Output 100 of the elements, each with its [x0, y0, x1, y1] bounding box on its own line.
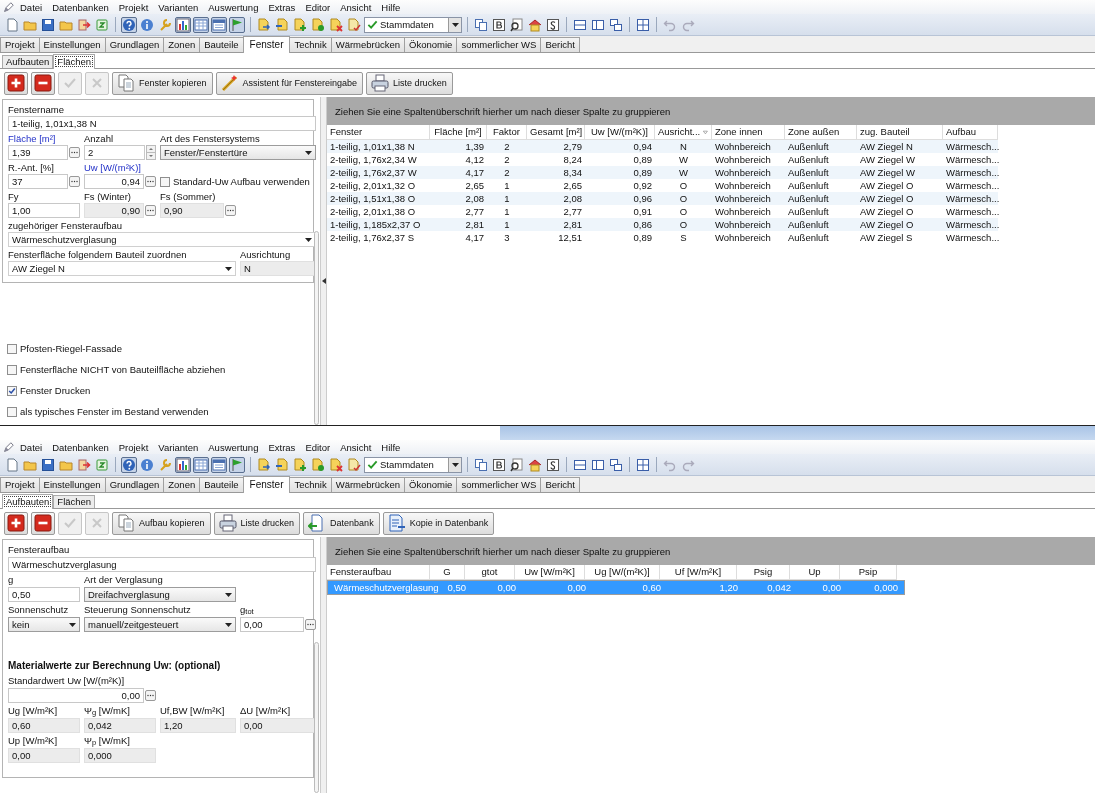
table-row[interactable]: 2-teilig, 2,01x1,32 O 2,65 1 2,65 0,92 O Wohnbereich Außenluft AW Ziegel O Wärmesch...: [327, 179, 998, 192]
help-icon[interactable]: [121, 456, 137, 473]
column-header[interactable]: Gesamt [m²]: [527, 125, 585, 140]
menu-item[interactable]: Ansicht: [335, 0, 377, 14]
column-header[interactable]: Ug [W/(m²K)]: [585, 565, 660, 580]
text-field[interactable]: 2: [84, 145, 145, 160]
text-field[interactable]: 0,50: [8, 587, 80, 602]
column-header[interactable]: Fensteraufbau: [327, 565, 430, 580]
export-icon[interactable]: [76, 456, 92, 473]
windows-icon[interactable]: [608, 456, 624, 473]
search-icon[interactable]: [509, 16, 525, 33]
save-icon[interactable]: [40, 456, 56, 473]
text-field[interactable]: 0,94: [84, 174, 144, 189]
file-check-icon[interactable]: [346, 16, 362, 33]
field-label[interactable]: Fläche [m²]: [8, 133, 56, 145]
tab[interactable]: Wärmebrücken: [330, 37, 406, 52]
browse-button[interactable]: [69, 147, 80, 158]
chart-icon[interactable]: [175, 456, 191, 473]
dataset-dropdown[interactable]: Stammdaten: [364, 456, 462, 473]
tab[interactable]: Bericht: [540, 37, 580, 52]
column-header[interactable]: Psig: [737, 565, 790, 580]
tab[interactable]: Einstellungen: [38, 37, 106, 52]
tab[interactable]: Zonen: [163, 477, 201, 492]
file-arrow-icon[interactable]: [256, 16, 272, 33]
tab[interactable]: Bericht: [540, 477, 580, 492]
add-button[interactable]: [4, 511, 28, 535]
table-row[interactable]: 2-teilig, 1,76x2,34 W 4,12 2 8,24 0,89 W Wohnbereich Außenluft AW Ziegel W Wärmesch...: [327, 153, 998, 166]
text-field[interactable]: 1,20: [160, 718, 236, 733]
print-button[interactable]: Liste drucken: [213, 511, 301, 535]
table-row[interactable]: 2-teilig, 1,76x2,37 S 4,17 3 12,51 0,89 S Wohnbereich Außenluft AW Ziegel S Wärmesch...: [327, 231, 998, 244]
spin-buttons[interactable]: [146, 145, 156, 160]
file-plus-icon[interactable]: [292, 16, 308, 33]
menu-item[interactable]: Hilfe: [376, 440, 406, 454]
file-plus-icon[interactable]: [292, 456, 308, 473]
column-header[interactable]: Ausricht...: [655, 125, 712, 140]
checkbox[interactable]: [7, 343, 17, 354]
text-field[interactable]: N: [240, 261, 316, 276]
tab[interactable]: Bauteile: [199, 37, 244, 52]
menu-item[interactable]: Editor: [300, 0, 336, 14]
tab[interactable]: Grundlagen: [104, 37, 165, 52]
text-field[interactable]: 0,00: [8, 688, 144, 703]
flag-icon[interactable]: [229, 456, 245, 473]
column-header[interactable]: Faktor: [487, 125, 527, 140]
table-row[interactable]: 1-teilig, 1,01x1,38 N 1,39 2 2,79 0,94 N Wohnbereich Außenluft AW Ziegel N Wärmesch...: [327, 140, 998, 153]
browse-button[interactable]: [69, 176, 80, 187]
checkbox[interactable]: [7, 385, 17, 396]
table-row[interactable]: 2-teilig, 2,01x1,38 O 2,77 1 2,77 0,91 O Wohnbereich Außenluft AW Ziegel O Wärmesch...: [327, 205, 998, 218]
add-button[interactable]: [4, 71, 28, 95]
menu-item[interactable]: Datenbanken: [47, 440, 114, 454]
refresh-icon[interactable]: [94, 456, 110, 473]
tab[interactable]: Aufbauten: [2, 55, 54, 68]
checkbox-label[interactable]: Fenster Drucken: [20, 385, 91, 396]
field-label[interactable]: Uw [W/(m²K)]: [84, 162, 141, 174]
tab[interactable]: Technik: [289, 477, 332, 492]
dropdown[interactable]: kein: [8, 617, 80, 632]
menu-item[interactable]: Projekt: [113, 440, 154, 454]
format-icon[interactable]: [491, 456, 507, 473]
browse-button[interactable]: [225, 205, 236, 216]
menu-item[interactable]: Hilfe: [376, 0, 406, 14]
dropdown[interactable]: Dreifachverglasung: [84, 587, 236, 602]
browse-button[interactable]: [145, 205, 156, 216]
export-icon[interactable]: [76, 16, 92, 33]
checkbox-label[interactable]: als typisches Fenster im Bestand verwenden: [20, 406, 209, 417]
calendar-icon[interactable]: [211, 456, 227, 473]
table-row[interactable]: 2-teilig, 1,76x2,37 W 4,17 2 8,34 0,89 W Wohnbereich Außenluft AW Ziegel W Wärmesch...: [327, 166, 998, 179]
copy-button[interactable]: Fenster kopieren: [112, 71, 213, 95]
menu-item[interactable]: Datei: [15, 440, 48, 454]
column-header[interactable]: Fenster: [327, 125, 430, 140]
checkbox-label[interactable]: Pfosten-Riegel-Fassade: [20, 343, 122, 354]
tab[interactable]: Technik: [289, 37, 332, 52]
text-field[interactable]: 0,00: [240, 718, 316, 733]
text-field[interactable]: 0,000: [84, 748, 156, 763]
file-refresh-icon[interactable]: [310, 456, 326, 473]
checkbox[interactable]: [7, 364, 17, 375]
text-field[interactable]: 0,90: [84, 203, 144, 218]
scrollbar[interactable]: [314, 641, 319, 793]
file-delete-icon[interactable]: [328, 16, 344, 33]
tab[interactable]: Grundlagen: [104, 477, 165, 492]
remove-button[interactable]: [31, 71, 55, 95]
column-header[interactable]: Fläche [m²]: [430, 125, 487, 140]
tab[interactable]: Ökonomie: [404, 37, 458, 52]
group-by-area[interactable]: Ziehen Sie eine Spaltenüberschrift hierher um nach dieser Spalte zu gruppieren: [327, 97, 1095, 125]
menu-item[interactable]: Datei: [15, 0, 48, 14]
file-import-icon[interactable]: [274, 456, 290, 473]
text-field[interactable]: 0,042: [84, 718, 156, 733]
menu-item[interactable]: Datenbanken: [47, 0, 114, 14]
calendar-icon[interactable]: [211, 16, 227, 33]
table-row[interactable]: 1-teilig, 1,185x2,37 O 2,81 1 2,81 0,86 O Wohnbereich Außenluft AW Ziegel O Wärmesch...: [327, 218, 998, 231]
file-delete-icon[interactable]: [328, 456, 344, 473]
tab[interactable]: Aufbauten: [2, 494, 54, 509]
file-arrow-icon[interactable]: [256, 456, 272, 473]
menu-item[interactable]: Editor: [300, 440, 336, 454]
checkbox-label[interactable]: Standard-Uw Aufbau verwenden: [173, 176, 310, 187]
dropdown[interactable]: AW Ziegel N: [8, 261, 236, 276]
collapse-arrow-icon[interactable]: [321, 278, 326, 284]
grid-icon[interactable]: [635, 456, 651, 473]
text-field[interactable]: 0,60: [8, 718, 80, 733]
remove-button[interactable]: [31, 511, 55, 535]
menu-item[interactable]: Ansicht: [335, 440, 377, 454]
column-header[interactable]: Psip: [840, 565, 897, 580]
